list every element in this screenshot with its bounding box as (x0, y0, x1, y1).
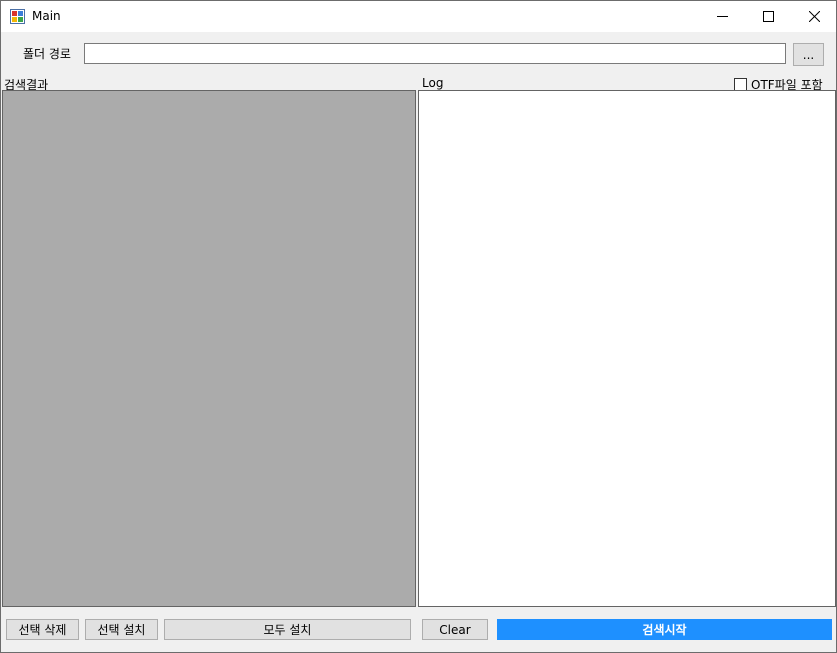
folder-path-input[interactable] (84, 43, 786, 64)
install-selected-button[interactable]: 선택 설치 (85, 619, 158, 640)
window-title: Main (32, 9, 61, 23)
delete-selected-label: 선택 삭제 (18, 623, 67, 637)
delete-selected-button[interactable]: 선택 삭제 (6, 619, 79, 640)
title-bar[interactable]: Main (1, 1, 836, 32)
results-list[interactable] (2, 90, 416, 607)
folder-path-label: 폴더 경로 (23, 47, 71, 61)
browse-button[interactable]: ... (793, 43, 824, 66)
start-search-label: 검색시작 (642, 623, 687, 637)
app-icon (10, 9, 25, 24)
install-selected-label: 선택 설치 (97, 623, 146, 637)
start-search-button[interactable]: 검색시작 (497, 619, 832, 640)
close-button[interactable] (791, 1, 837, 32)
log-textbox[interactable] (418, 90, 836, 607)
clear-label: Clear (439, 622, 471, 637)
minimize-button[interactable] (699, 1, 745, 32)
maximize-button[interactable] (745, 1, 791, 32)
install-all-button[interactable]: 모두 설치 (164, 619, 411, 640)
clear-button[interactable]: Clear (422, 619, 488, 640)
close-icon (808, 11, 820, 22)
install-all-label: 모두 설치 (263, 623, 312, 637)
main-window: Main 폴더 경로 ... 검색결과 Log OTF파일 포함 선택 삭제 선… (0, 0, 837, 653)
maximize-icon (762, 11, 774, 22)
browse-button-label: ... (802, 47, 815, 62)
minimize-icon (716, 11, 728, 22)
log-label: Log (422, 76, 444, 90)
